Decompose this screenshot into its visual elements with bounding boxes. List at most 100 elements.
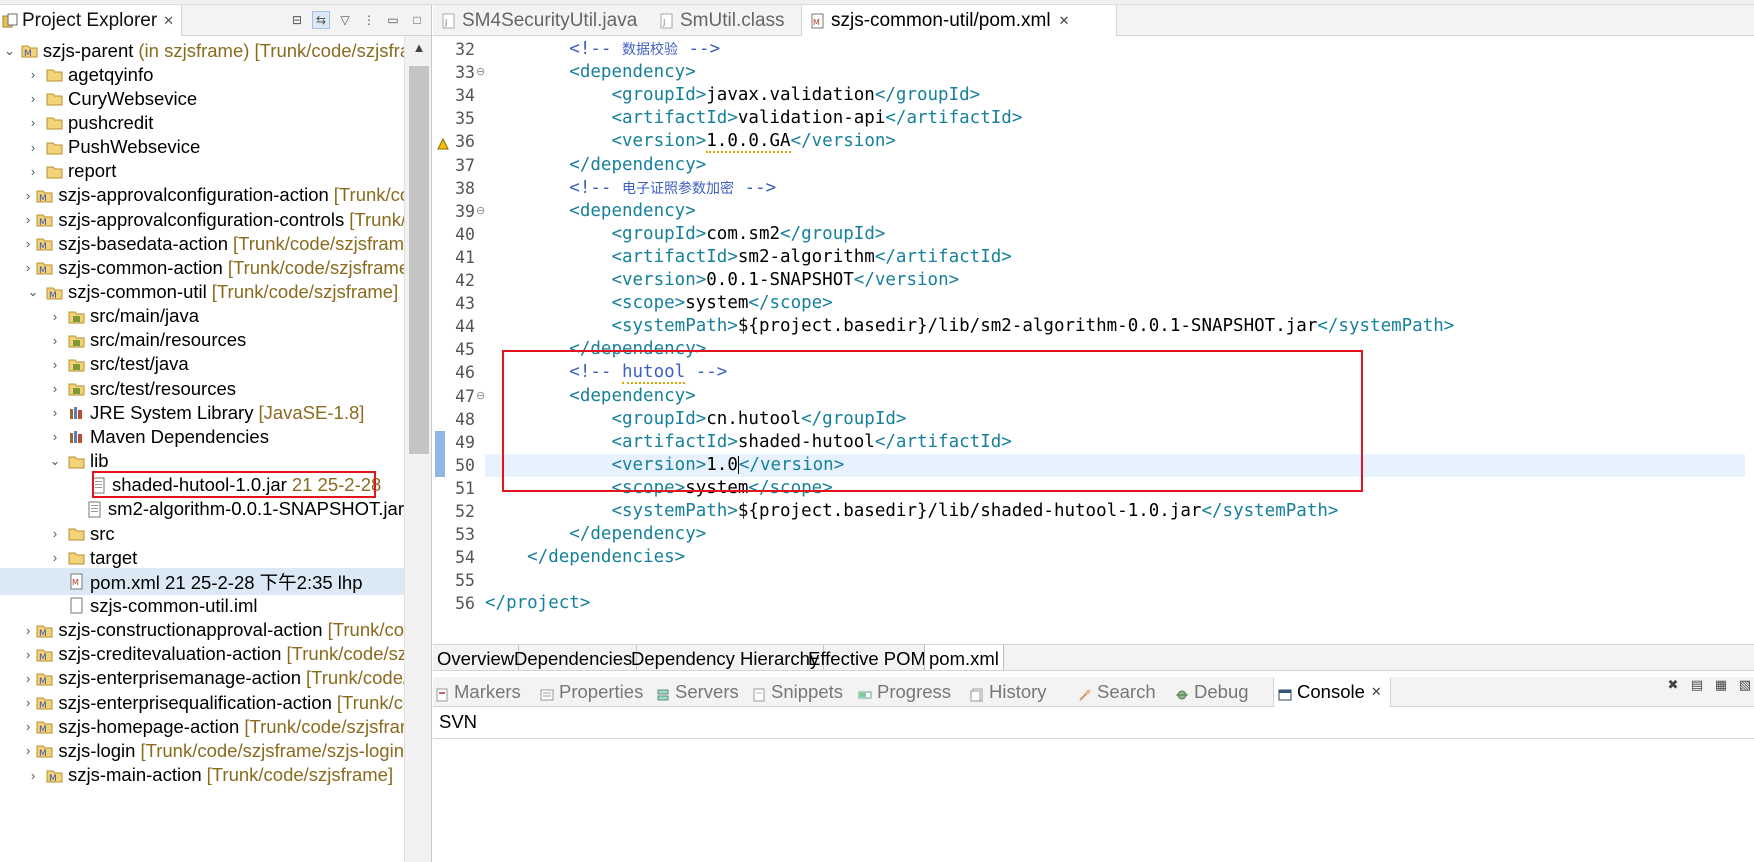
tree-item[interactable]: › src/test/resources [0,375,404,402]
tree-item[interactable]: › Mszjs-homepage-action [Trunk/code/szjsf… [0,713,404,740]
expand-toggle-icon[interactable]: › [26,623,30,638]
expand-toggle-icon[interactable]: › [26,671,30,686]
editor-tab[interactable]: J SM4SecurityUtil.java [433,5,643,36]
fold-toggle-icon[interactable]: ⊖ [476,61,485,84]
close-icon[interactable]: ✕ [163,13,174,29]
tree-item[interactable]: › pushcredit [0,109,404,136]
view-menu-icon[interactable]: ⋮ [360,11,378,29]
pom-editor-tab[interactable]: Dependency Hierarchy [627,645,825,673]
close-icon[interactable]: ✕ [1059,13,1070,29]
maven-project-icon: M [36,646,53,663]
expand-toggle-icon[interactable]: › [48,309,62,324]
maximize-icon[interactable]: □ [408,11,426,29]
tree-item[interactable]: › target [0,544,404,571]
tree-item[interactable]: › Mszjs-creditevaluation-action [Trunk/co… [0,641,404,668]
tree-item[interactable]: › src/main/java [0,303,404,330]
tree-scrollbar[interactable]: ▲ [404,36,431,862]
tree-item[interactable]: › Mszjs-approvalconfiguration-controls [T… [0,206,404,233]
tree-item[interactable]: › Mszjs-login [Trunk/code/szjsframe/szjs-… [0,737,404,764]
tab-servers[interactable]: Servers [656,677,739,707]
expand-toggle-icon[interactable]: › [48,429,62,444]
tree-item[interactable]: › src/main/resources [0,327,404,354]
fold-toggle-icon[interactable]: ⊖ [476,385,485,408]
tree-item[interactable]: › Mszjs-approvalconfiguration-action [Tru… [0,182,404,209]
tree-item[interactable]: › src/test/java [0,351,404,378]
line-number: 55 [455,571,475,591]
code-editor[interactable]: 32 33 ⊖ 34 35 36 37 38 39 ⊖ 40 41 42 43 44 45 46 47 ⊖ 48 49 5… [433,36,1754,619]
scroll-lock-icon[interactable]: ▦ [1712,676,1730,694]
remove-launch-icon[interactable]: ✖ [1664,676,1682,694]
expand-toggle-icon[interactable]: › [26,236,30,251]
editor-tab[interactable]: J SmUtil.class [651,5,801,36]
editor-tab[interactable]: Mszjs-common-util/pom.xml ✕ [801,5,1117,36]
collapse-all-icon[interactable]: ⊟ [288,11,306,29]
tree-item[interactable]: › Mszjs-enterprisemanage-action [Trunk/co… [0,665,404,692]
expand-toggle-icon[interactable]: › [26,768,40,783]
tree-item[interactable]: ⌄ Mszjs-common-util [Trunk/code/szjsframe… [0,279,404,306]
tab-progress[interactable]: Progress [858,677,951,707]
tree-item[interactable]: › src [0,520,404,547]
filter-icon[interactable]: ▽ [336,11,354,29]
tab-markers[interactable]: Markers [435,677,521,707]
close-icon[interactable]: ✕ [1371,684,1382,700]
tree-item[interactable]: › Maven Dependencies [0,423,404,450]
tab-search[interactable]: Search [1078,677,1156,707]
expand-toggle-icon[interactable]: › [26,260,30,275]
tree-item[interactable]: Mpom.xml 21 25-2-28 下午2:35 lhp [0,568,404,596]
expand-toggle-icon[interactable]: › [26,743,30,758]
fold-toggle-icon[interactable]: ⊖ [476,200,485,223]
scrollbar-thumb[interactable] [409,66,429,454]
minimize-icon[interactable]: ▭ [384,11,402,29]
pin-console-icon[interactable]: ▧ [1736,676,1754,694]
pom-editor-tab[interactable]: pom.xml [924,645,1004,673]
clear-console-icon[interactable]: ▤ [1688,676,1706,694]
expand-toggle-icon[interactable]: › [48,357,62,372]
expand-toggle-icon[interactable]: › [26,115,40,130]
pom-editor-tab[interactable]: Overview [433,645,520,673]
expand-toggle-icon[interactable]: › [48,526,62,541]
java-file-icon: J [441,13,457,29]
tab-console[interactable]: Console ✕ [1273,677,1391,707]
expand-toggle-icon[interactable]: › [26,647,30,662]
expand-toggle-icon[interactable]: › [26,188,30,203]
tree-item[interactable]: ⌄ Mszjs-parent (in szjsframe) [Trunk/code… [0,37,404,64]
bottom-tab-label: History [989,681,1047,702]
expand-toggle-icon[interactable]: ⌄ [48,453,62,469]
expand-toggle-icon[interactable]: › [26,67,40,82]
tree-item[interactable]: › Mszjs-constructionapproval-action [Trun… [0,617,404,644]
expand-toggle-icon[interactable]: › [48,550,62,565]
expand-toggle-icon[interactable]: › [26,719,30,734]
xml-close-tag: </systemPath> [1317,316,1455,337]
tree-item[interactable]: szjs-common-util.iml [0,592,404,619]
tree-item[interactable]: sm2-algorithm-0.0.1-SNAPSHOT.jar [0,496,404,523]
scroll-up-icon[interactable]: ▲ [405,40,431,60]
tab-project-explorer[interactable]: Project Explorer ✕ [0,5,182,36]
expand-toggle-icon[interactable]: › [26,164,40,179]
expand-toggle-icon[interactable]: › [48,405,62,420]
tab-snippets[interactable]: Snippets [752,677,843,707]
link-with-editor-icon[interactable]: ⇆ [312,11,330,29]
tree-item[interactable]: › JRE System Library [JavaSE-1.8] [0,399,404,426]
expand-toggle-icon[interactable]: ⌄ [26,284,40,300]
pom-editor-tab[interactable]: Dependencies [510,645,638,673]
tab-debug[interactable]: Debug [1175,677,1249,707]
tree-item[interactable]: › Mszjs-enterprisequalification-action [T… [0,689,404,716]
tree-item[interactable]: › PushWebsevice [0,134,404,161]
expand-toggle-icon[interactable]: › [48,381,62,396]
tree-item[interactable]: › CuryWebsevice [0,85,404,112]
expand-toggle-icon[interactable]: ⌄ [4,43,15,59]
tree-item[interactable]: › agetqyinfo [0,61,404,88]
tab-history[interactable]: History [970,677,1047,707]
expand-toggle-icon[interactable]: › [26,91,40,106]
expand-toggle-icon[interactable]: › [26,695,30,710]
pom-editor-tab[interactable]: Effective POM [804,645,931,673]
expand-toggle-icon[interactable]: › [48,333,62,348]
expand-toggle-icon[interactable]: › [26,140,40,155]
warning-marker-icon[interactable] [437,135,449,155]
expand-toggle-icon[interactable]: › [26,212,30,227]
tree-item[interactable]: › Mszjs-common-action [Trunk/code/szjsfra… [0,254,404,281]
tree-item[interactable]: › Mszjs-basedata-action [Trunk/code/szjsf… [0,230,404,257]
tab-properties[interactable]: Properties [540,677,643,707]
tree-item[interactable]: › Mszjs-main-action [Trunk/code/szjsframe… [0,762,404,789]
tree-item[interactable]: › report [0,158,404,185]
